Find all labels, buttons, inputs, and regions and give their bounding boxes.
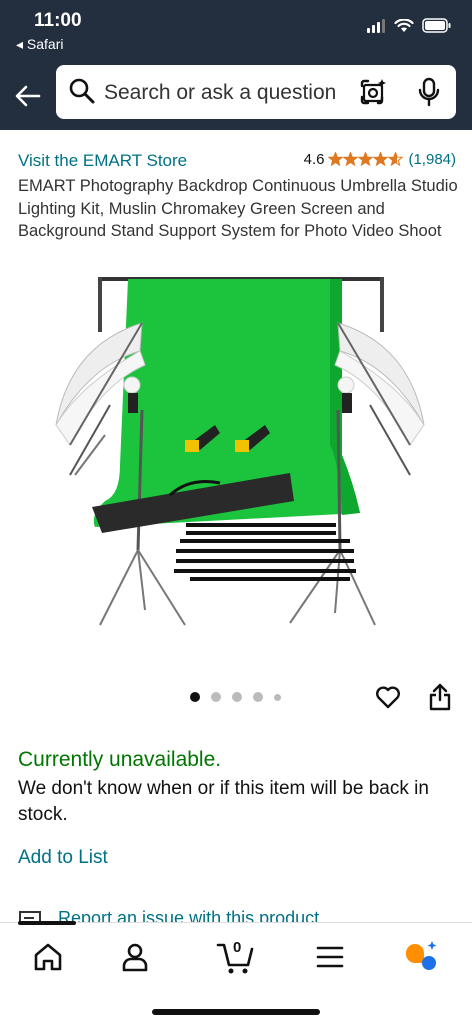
account-icon[interactable] [115, 937, 155, 977]
rufus-icon[interactable] [402, 937, 442, 977]
visit-store-link[interactable]: Visit the EMART Store [18, 151, 187, 171]
carousel-dot-active[interactable] [190, 692, 200, 702]
search-input[interactable] [102, 77, 346, 109]
cart-count: 0 [233, 939, 242, 956]
review-count: (1,984) [408, 151, 456, 168]
battery-icon [422, 18, 451, 33]
back-arrow-icon[interactable] [12, 80, 44, 112]
add-to-list-link[interactable]: Add to List [18, 847, 108, 869]
bottom-tab-bar: 0 [0, 921, 472, 1025]
status-bar: 11:00 ◂ Safari [0, 0, 472, 62]
rating-stars-icon [328, 152, 404, 167]
store-rating-row: Visit the EMART Store 4.6 (1,984) [18, 151, 458, 173]
rating-star [372, 152, 389, 167]
report-issue-row[interactable]: Report an issue with this product [18, 906, 458, 922]
back-to-safari-link[interactable]: ◂ Safari [16, 36, 64, 53]
carousel-dot[interactable] [253, 692, 263, 702]
rating-star [387, 152, 404, 167]
heart-icon[interactable] [374, 683, 402, 711]
system-icons [366, 18, 452, 33]
carousel-dot[interactable] [274, 693, 281, 701]
rating-star [342, 152, 359, 167]
image-carousel-dots[interactable] [190, 692, 281, 702]
menu-icon[interactable] [310, 937, 350, 977]
availability-status: Currently unavailable. [18, 748, 222, 771]
rating-summary[interactable]: 4.6 (1,984) [304, 151, 456, 168]
rating-value: 4.6 [303, 151, 325, 168]
product-image[interactable] [50, 265, 430, 645]
wifi-icon [394, 18, 414, 32]
share-icon[interactable] [428, 682, 452, 712]
rating-star [357, 152, 374, 167]
home-icon[interactable] [28, 937, 68, 977]
rating-star [328, 152, 344, 167]
stock-message: We don't know when or if this item will … [18, 778, 429, 825]
camera-lens-icon[interactable] [358, 77, 388, 107]
search-header [0, 62, 472, 130]
product-title: EMART Photography Backdrop Continuous Um… [18, 177, 458, 240]
home-indicator [152, 1009, 320, 1015]
report-issue-link[interactable]: Report an issue with this product [58, 908, 319, 922]
search-box[interactable] [56, 65, 456, 119]
search-icon [69, 78, 95, 104]
carousel-dot[interactable] [211, 692, 221, 702]
microphone-icon[interactable] [416, 77, 442, 107]
carousel-dot[interactable] [232, 692, 242, 702]
active-tab-indicator [18, 921, 76, 925]
status-time: 11:00 [34, 10, 82, 31]
cellular-signal-icon [367, 18, 385, 33]
cart-button[interactable]: 0 [214, 937, 258, 977]
